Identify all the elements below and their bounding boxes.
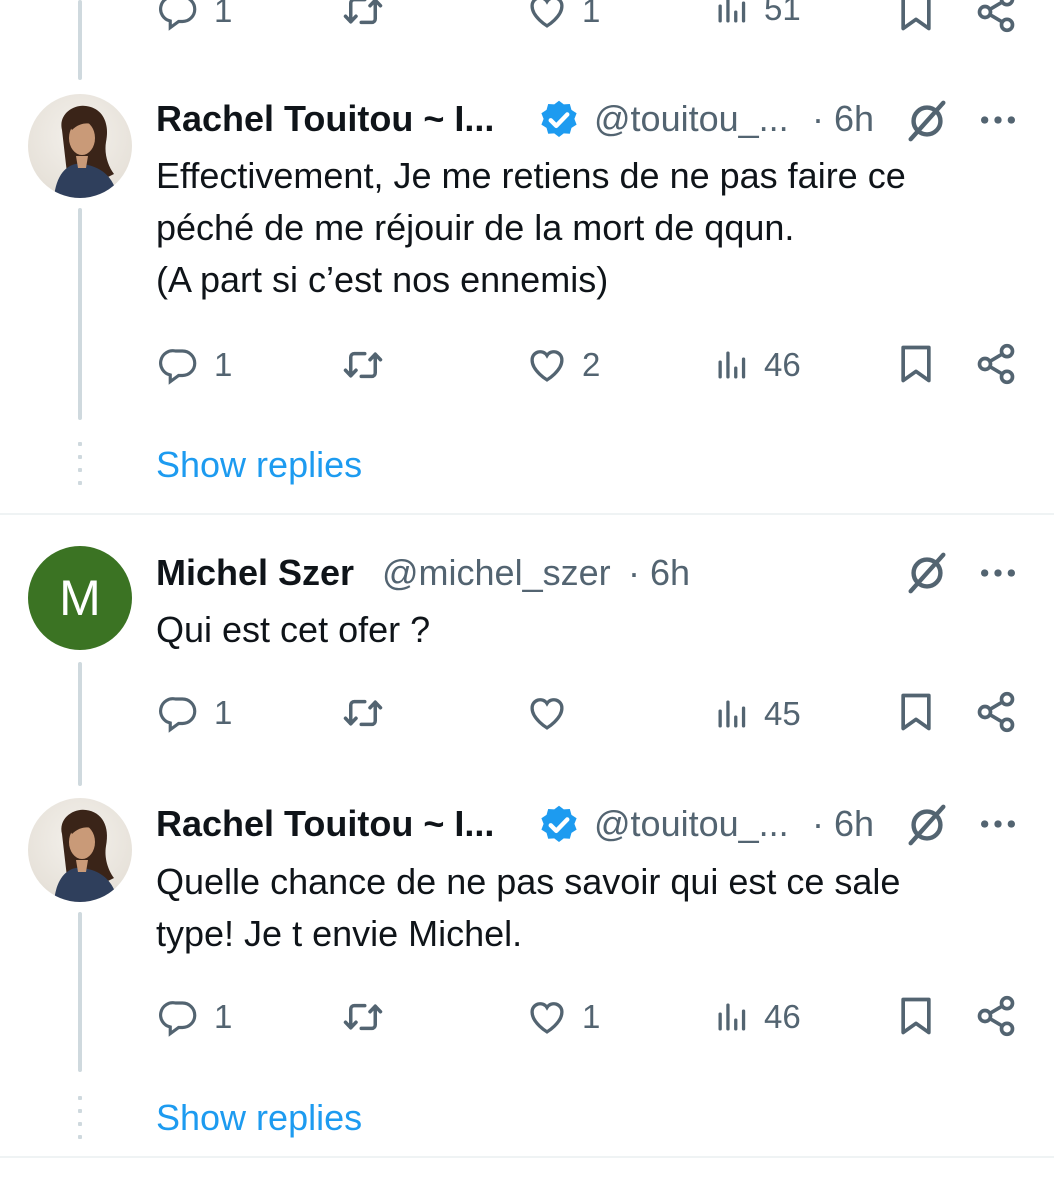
retweet-button[interactable]	[340, 0, 386, 32]
views-icon	[714, 999, 750, 1035]
grok-icon[interactable]	[904, 98, 950, 144]
share-icon	[974, 690, 1018, 734]
share-button[interactable]	[974, 342, 1018, 386]
author-name[interactable]: Rachel Touitou ~ I...	[156, 803, 494, 845]
bookmark-icon	[894, 0, 938, 34]
timestamp[interactable]: · 6h	[812, 803, 874, 845]
share-button[interactable]	[974, 690, 1018, 734]
reply-count: 1	[214, 346, 233, 383]
more-icon[interactable]	[978, 100, 1018, 140]
share-icon	[974, 342, 1018, 386]
retweet-button[interactable]	[340, 996, 386, 1038]
author-handle[interactable]: @michel_szer	[382, 552, 611, 594]
like-button[interactable]: 1	[526, 996, 600, 1038]
show-replies-link[interactable]: Show replies	[156, 1097, 362, 1139]
thread-line	[78, 0, 82, 80]
verified-badge-icon	[537, 803, 581, 847]
more-icon[interactable]	[978, 804, 1018, 844]
reply-button[interactable]: 1	[158, 996, 232, 1038]
views-button[interactable]: 45	[714, 695, 801, 733]
divider	[0, 1156, 1054, 1158]
views-button[interactable]: 51	[714, 0, 801, 28]
bookmark-button[interactable]	[894, 0, 938, 34]
views-button[interactable]: 46	[714, 346, 801, 384]
like-count: 2	[582, 346, 601, 383]
like-count: 1	[582, 0, 601, 29]
avatar[interactable]: M	[28, 546, 132, 650]
retweet-button[interactable]	[340, 344, 386, 386]
thread-line	[78, 912, 82, 1072]
like-count: 1	[582, 998, 601, 1035]
author-name[interactable]: Michel Szer	[156, 552, 354, 594]
show-replies-link[interactable]: Show replies	[156, 444, 362, 486]
like-icon	[526, 344, 568, 386]
retweet-button[interactable]	[340, 692, 386, 734]
bookmark-button[interactable]	[894, 690, 938, 734]
views-icon	[714, 0, 750, 27]
reply-icon	[158, 344, 200, 386]
thread-dots	[78, 1096, 82, 1148]
bookmark-icon	[894, 342, 938, 386]
timestamp[interactable]: · 6h	[812, 98, 874, 140]
share-button[interactable]	[974, 0, 1018, 34]
reply-icon	[158, 0, 200, 32]
bookmark-icon	[894, 690, 938, 734]
bookmark-button[interactable]	[894, 994, 938, 1038]
view-count: 46	[764, 346, 801, 383]
views-button[interactable]: 46	[714, 998, 801, 1036]
retweet-icon	[340, 0, 386, 32]
reply-count: 1	[214, 998, 233, 1035]
author-handle[interactable]: @touitou_...	[594, 98, 789, 140]
like-button[interactable]: 2	[526, 344, 600, 386]
verified-badge-icon	[537, 98, 581, 142]
reply-text: Effectivement, Je me retiens de ne pas f…	[156, 155, 906, 300]
views-icon	[714, 696, 750, 732]
bookmark-icon	[894, 994, 938, 1038]
reply-icon	[158, 692, 200, 734]
reply-count: 1	[214, 0, 233, 29]
reply-icon	[158, 996, 200, 1038]
retweet-icon	[340, 996, 386, 1038]
divider	[0, 513, 1054, 515]
avatar[interactable]	[28, 798, 132, 902]
reply-count: 1	[214, 694, 233, 731]
like-icon	[526, 0, 568, 32]
thread-line	[78, 662, 82, 786]
reply-text: Qui est cet ofer ?	[156, 609, 431, 650]
reply-text: Quelle chance de ne pas savoir qui est c…	[156, 861, 901, 954]
thread-line	[78, 208, 82, 420]
retweet-icon	[340, 692, 386, 734]
view-count: 45	[764, 695, 801, 732]
grok-icon[interactable]	[904, 802, 950, 848]
share-icon	[974, 994, 1018, 1038]
timestamp[interactable]: · 6h	[628, 552, 690, 594]
views-icon	[714, 347, 750, 383]
like-button[interactable]	[526, 692, 582, 734]
retweet-icon	[340, 344, 386, 386]
like-icon	[526, 692, 568, 734]
author-handle[interactable]: @touitou_...	[594, 803, 789, 845]
more-icon[interactable]	[978, 553, 1018, 593]
like-icon	[526, 996, 568, 1038]
reply-button[interactable]: 1	[158, 692, 232, 734]
view-count: 51	[764, 0, 801, 27]
share-button[interactable]	[974, 994, 1018, 1038]
thread-dots	[78, 442, 82, 494]
share-icon	[974, 0, 1018, 34]
avatar[interactable]	[28, 94, 132, 198]
like-button[interactable]: 1	[526, 0, 600, 32]
reply-button[interactable]: 1	[158, 0, 232, 32]
grok-icon[interactable]	[904, 550, 950, 596]
view-count: 46	[764, 998, 801, 1035]
reply-button[interactable]: 1	[158, 344, 232, 386]
author-name[interactable]: Rachel Touitou ~ I...	[156, 98, 494, 140]
bookmark-button[interactable]	[894, 342, 938, 386]
